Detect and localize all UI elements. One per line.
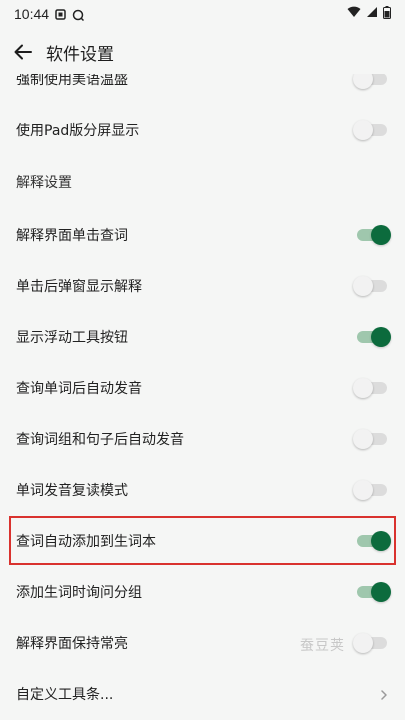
watermark: 蚕豆荚 — [300, 638, 345, 654]
setting-row-word-autoplay[interactable]: 查询单词后自动发音 — [0, 362, 405, 413]
setting-label: 自定义工具条... — [16, 686, 114, 703]
toggle-switch[interactable] — [353, 479, 387, 501]
toggle-switch[interactable] — [353, 428, 387, 450]
toggle-switch[interactable] — [353, 275, 387, 297]
setting-row-auto-add-wordbook[interactable]: 查词自动添加到生词本 — [8, 515, 397, 566]
toggle-switch[interactable] — [357, 581, 391, 603]
setting-label: 解释界面保持常亮 — [16, 635, 128, 652]
setting-row-floating-tool[interactable]: 显示浮动工具按钮 — [0, 311, 405, 362]
setting-row-custom-toolbar[interactable]: 自定义工具条... — [0, 668, 405, 719]
toggle-switch[interactable] — [353, 119, 387, 141]
setting-label: 单击后弹窗显示解释 — [16, 278, 142, 295]
setting-row-force-american[interactable]: 强制使用美语温盛 — [0, 74, 405, 104]
toggle-switch[interactable] — [357, 530, 391, 552]
setting-row-ask-group[interactable]: 添加生词时询问分组 — [0, 566, 405, 617]
setting-label: 添加生词时询问分组 — [16, 584, 142, 601]
back-arrow-icon[interactable] — [12, 41, 34, 63]
setting-row-phrase-autoplay[interactable]: 查询词组和句子后自动发音 — [0, 413, 405, 464]
toggle-switch[interactable] — [357, 224, 391, 246]
setting-row-pad-split[interactable]: 使用Pad版分屏显示 — [0, 104, 405, 155]
toggle-switch[interactable] — [353, 377, 387, 399]
setting-label: 显示浮动工具按钮 — [16, 329, 128, 346]
setting-row-tap-lookup[interactable]: 解释界面单击查词 — [0, 209, 405, 260]
notification-icon — [55, 8, 66, 20]
app-header: 软件设置 — [0, 30, 405, 74]
status-time: 10:44 — [14, 6, 50, 22]
setting-label: 查询词组和句子后自动发音 — [16, 431, 184, 448]
chevron-right-icon — [379, 687, 389, 701]
app-notification-icon — [72, 9, 85, 21]
setting-row-repeat-mode[interactable]: 单词发音复读模式 — [0, 464, 405, 515]
status-bar: 10:44 — [0, 0, 405, 28]
setting-label: 使用Pad版分屏显示 — [16, 122, 140, 139]
battery-icon — [383, 5, 391, 23]
setting-label: 解释界面单击查词 — [16, 227, 128, 244]
setting-label: 单词发音复读模式 — [16, 482, 128, 499]
page-title: 软件设置 — [46, 44, 114, 65]
toggle-switch[interactable] — [353, 74, 387, 90]
section-header: 解释设置 — [0, 155, 405, 209]
setting-label: 强制使用美语温盛 — [16, 74, 128, 88]
toggle-switch[interactable] — [353, 632, 387, 654]
setting-row-popup-explain[interactable]: 单击后弹窗显示解释 — [0, 260, 405, 311]
settings-list[interactable]: 强制使用美语温盛 使用Pad版分屏显示 解释设置 解释界面单击查词 单击后弹窗显… — [0, 74, 405, 720]
wifi-icon — [347, 6, 361, 22]
setting-label: 查询单词后自动发音 — [16, 380, 142, 397]
setting-label: 查词自动添加到生词本 — [16, 533, 156, 550]
signal-icon — [366, 6, 378, 22]
section-title: 解释设置 — [16, 175, 72, 191]
toggle-switch[interactable] — [357, 326, 391, 348]
